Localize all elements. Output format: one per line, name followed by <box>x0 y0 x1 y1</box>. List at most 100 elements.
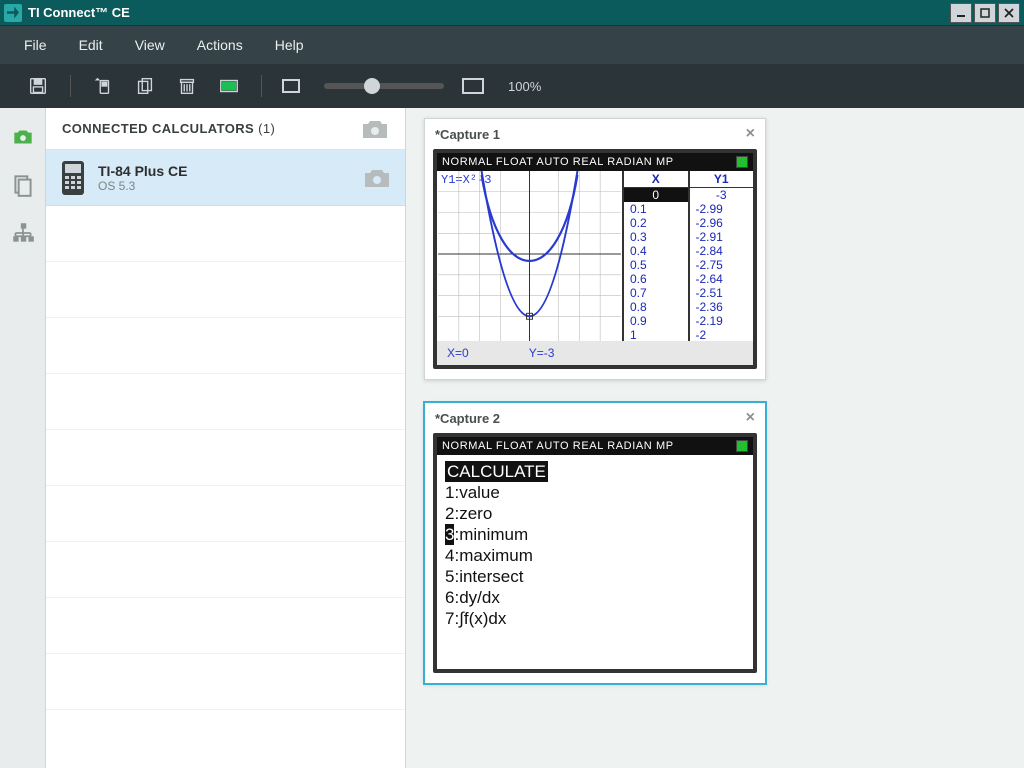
table-cell: -2.84 <box>690 244 754 258</box>
tab-program-editor[interactable] <box>10 220 36 246</box>
table-cell: 0.6 <box>624 272 688 286</box>
capture-all-icon[interactable] <box>361 118 389 140</box>
calc-menu: CALCULATE 1:value 2:zero 3:minimum 4:max… <box>437 455 753 635</box>
menu-edit[interactable]: Edit <box>79 37 103 53</box>
connected-calculators-panel: CONNECTED CALCULATORS (1) TI-84 Plus CE … <box>46 108 406 768</box>
menu-file[interactable]: File <box>24 37 47 53</box>
maximize-button[interactable] <box>974 3 996 23</box>
capture-1[interactable]: *Capture 1 × NORMAL FLOAT AUTO REAL RADI… <box>424 118 766 380</box>
graph-plot-icon <box>437 171 622 341</box>
graph-area: Y1=X²-3 <box>437 171 622 341</box>
separator <box>70 75 71 97</box>
zoom-out-icon[interactable] <box>282 79 300 93</box>
table-cell: -2.91 <box>690 230 754 244</box>
device-row[interactable]: TI-84 Plus CE OS 5.3 <box>46 150 405 206</box>
table-cell: 0.3 <box>624 230 688 244</box>
status-line: NORMAL FLOAT AUTO REAL RADIAN MP <box>442 440 674 452</box>
app-logo-icon <box>4 4 22 22</box>
delete-icon[interactable] <box>175 74 199 98</box>
table-cell: -2.99 <box>690 202 754 216</box>
table-cell: 0.5 <box>624 258 688 272</box>
close-button[interactable] <box>998 3 1020 23</box>
table-cell: -2.96 <box>690 216 754 230</box>
menu-item: 4:maximum <box>445 545 745 566</box>
menu-item: 1:value <box>445 482 745 503</box>
table-cell: -2.75 <box>690 258 754 272</box>
window-title: TI Connect™ CE <box>28 5 130 20</box>
table-cell: -3 <box>690 188 754 202</box>
table-header: Y1 <box>690 171 754 188</box>
toolbar: 100% <box>0 64 1024 108</box>
table-cell: -2.64 <box>690 272 754 286</box>
panel-title: CONNECTED CALCULATORS <box>62 121 254 136</box>
graph-cursor-footer: X=0 Y=-3 <box>437 341 753 365</box>
tab-explorer[interactable] <box>10 172 36 198</box>
battery-icon <box>736 440 748 452</box>
separator <box>261 75 262 97</box>
table-cell: 0.8 <box>624 300 688 314</box>
panel-count: (1) <box>258 121 275 136</box>
empty-row <box>46 430 405 486</box>
zoom-label: 100% <box>508 79 541 94</box>
menu-item: 6:dy/dx <box>445 587 745 608</box>
menu-help[interactable]: Help <box>275 37 304 53</box>
panel-header: CONNECTED CALCULATORS (1) <box>46 108 405 150</box>
table-cell: 0.2 <box>624 216 688 230</box>
empty-row <box>46 654 405 710</box>
device-name: TI-84 Plus CE <box>98 163 187 179</box>
table-cell: -2.51 <box>690 286 754 300</box>
empty-row <box>46 262 405 318</box>
left-rail <box>0 108 46 768</box>
table-cell: 0.7 <box>624 286 688 300</box>
empty-row <box>46 374 405 430</box>
send-to-calculator-icon[interactable] <box>91 74 115 98</box>
cursor-y: Y=-3 <box>529 346 555 360</box>
empty-row <box>46 206 405 262</box>
table-cell: -2.36 <box>690 300 754 314</box>
calc-screen: NORMAL FLOAT AUTO REAL RADIAN MP Y1=X²-3 <box>433 149 757 369</box>
menu-item: 7:∫f(x)dx <box>445 608 745 629</box>
menu-item-selected: 3:minimum <box>445 524 745 545</box>
minimize-button[interactable] <box>950 3 972 23</box>
table-header: X <box>624 171 688 188</box>
zoom-slider[interactable] <box>324 83 444 89</box>
capture-device-icon[interactable] <box>363 167 391 189</box>
table-cell: 1 <box>624 328 688 342</box>
value-table: X 0 0.1 0.2 0.3 0.4 0.5 0.6 0.7 0.8 0.9 … <box>622 171 753 341</box>
table-cell: 0.9 <box>624 314 688 328</box>
menu-title: CALCULATE <box>445 461 548 482</box>
menu-item: 2:zero <box>445 503 745 524</box>
calculator-icon <box>60 160 86 196</box>
device-os: OS 5.3 <box>98 179 187 193</box>
copy-icon[interactable] <box>133 74 157 98</box>
tab-screen-capture[interactable] <box>10 124 36 150</box>
table-cell: 0 <box>624 188 688 202</box>
close-icon[interactable]: × <box>746 410 755 426</box>
table-cell: -2 <box>690 328 754 342</box>
empty-row <box>46 318 405 374</box>
capture-title: *Capture 2 <box>435 411 500 426</box>
captures-canvas: *Capture 1 × NORMAL FLOAT AUTO REAL RADI… <box>406 108 1024 768</box>
empty-row <box>46 542 405 598</box>
table-cell: 0.1 <box>624 202 688 216</box>
table-col-y: Y1 -3 -2.99 -2.96 -2.91 -2.84 -2.75 -2.6… <box>688 171 754 341</box>
cursor-x: X=0 <box>447 346 469 360</box>
capture-title: *Capture 1 <box>435 127 500 142</box>
battery-icon <box>736 156 748 168</box>
capture-screen-icon[interactable] <box>217 74 241 98</box>
empty-row <box>46 486 405 542</box>
menu-bar: File Edit View Actions Help <box>0 26 1024 64</box>
calc-screen: NORMAL FLOAT AUTO REAL RADIAN MP CALCULA… <box>433 433 757 673</box>
menu-view[interactable]: View <box>135 37 165 53</box>
capture-2[interactable]: *Capture 2 × NORMAL FLOAT AUTO REAL RADI… <box>424 402 766 684</box>
status-line: NORMAL FLOAT AUTO REAL RADIAN MP <box>442 156 674 168</box>
table-cell: -2.19 <box>690 314 754 328</box>
close-icon[interactable]: × <box>746 126 755 142</box>
menu-actions[interactable]: Actions <box>197 37 243 53</box>
zoom-in-icon[interactable] <box>462 78 484 94</box>
empty-row <box>46 598 405 654</box>
table-cell: 0.4 <box>624 244 688 258</box>
title-bar: TI Connect™ CE <box>0 0 1024 26</box>
save-icon[interactable] <box>26 74 50 98</box>
table-col-x: X 0 0.1 0.2 0.3 0.4 0.5 0.6 0.7 0.8 0.9 … <box>622 171 688 341</box>
